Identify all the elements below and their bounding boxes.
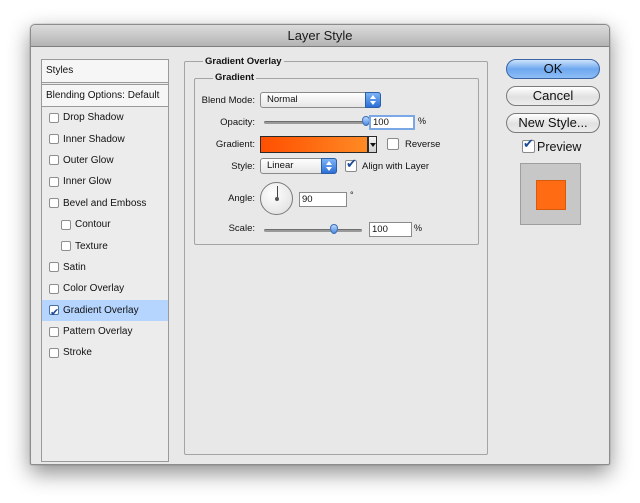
style-item-inner-shadow[interactable]: Inner Shadow: [42, 128, 168, 149]
style-items: Drop Shadow Inner Shadow Outer Glow Inne…: [42, 107, 168, 364]
style-item-drop-shadow[interactable]: Drop Shadow: [42, 107, 168, 128]
preview-box: [520, 163, 581, 225]
opacity-unit: %: [418, 116, 427, 126]
style-item-label: Inner Shadow: [63, 133, 125, 145]
scale-slider-thumb[interactable]: [329, 224, 338, 234]
style-item-satin[interactable]: Satin: [42, 257, 168, 278]
style-item-label: Satin: [63, 261, 86, 273]
popup-arrows-icon: [365, 92, 381, 108]
style-checkbox[interactable]: [49, 262, 59, 273]
style-item-label: Inner Glow: [63, 176, 112, 188]
style-item-color-overlay[interactable]: Color Overlay: [42, 278, 168, 299]
style-item-label: Texture: [75, 240, 108, 252]
reverse-checkbox[interactable]: [387, 138, 399, 150]
style-item-label: Outer Glow: [63, 154, 114, 166]
window-title: Layer Style: [31, 25, 609, 47]
opacity-label: Opacity:: [220, 117, 255, 128]
scale-slider-track[interactable]: [264, 229, 362, 232]
scale-input[interactable]: 100: [369, 222, 412, 237]
angle-unit: °: [350, 190, 354, 200]
style-item-outer-glow[interactable]: Outer Glow: [42, 150, 168, 171]
style-label: Style:: [231, 161, 255, 172]
blend-mode-popup[interactable]: Normal: [260, 92, 381, 108]
style-item-pattern-overlay[interactable]: Pattern Overlay: [42, 321, 168, 342]
ok-button[interactable]: OK: [506, 59, 600, 79]
gradient-swatch[interactable]: [260, 136, 368, 153]
blend-mode-label: Blend Mode:: [201, 95, 255, 106]
style-item-label: Contour: [75, 219, 111, 231]
angle-input[interactable]: 90: [299, 192, 347, 207]
style-item-label: Color Overlay: [63, 283, 125, 295]
style-item-bevel-and-emboss[interactable]: Bevel and Emboss: [42, 193, 168, 214]
style-item-label: Stroke: [63, 347, 92, 359]
style-item-texture[interactable]: Texture: [42, 235, 168, 256]
style-checkbox[interactable]: [49, 326, 59, 337]
styles-list: Styles Blending Options: Default Drop Sh…: [41, 59, 169, 462]
style-item-label: Gradient Overlay: [63, 304, 139, 316]
align-with-layer-label: Align with Layer: [362, 161, 430, 172]
style-item-contour[interactable]: Contour: [42, 214, 168, 235]
gradient-picker-arrow-icon[interactable]: [368, 136, 377, 153]
style-checkbox[interactable]: [61, 241, 71, 252]
angle-center: [275, 197, 279, 201]
style-item-label: Drop Shadow: [63, 112, 124, 124]
new-style-button[interactable]: New Style...: [506, 113, 600, 133]
angle-label: Angle:: [228, 193, 255, 204]
opacity-slider-track[interactable]: [264, 121, 366, 124]
style-checkbox[interactable]: [49, 283, 59, 294]
style-checkbox[interactable]: [61, 219, 71, 230]
styles-header[interactable]: Styles: [42, 60, 168, 83]
preview-checkbox[interactable]: [522, 137, 535, 153]
style-checkbox[interactable]: [49, 176, 59, 187]
opacity-input[interactable]: 100: [369, 115, 415, 130]
align-with-layer-checkbox[interactable]: [345, 157, 357, 172]
scale-unit: %: [414, 223, 423, 233]
gradient-label: Gradient:: [215, 139, 255, 150]
blending-options-item[interactable]: Blending Options: Default: [42, 85, 168, 107]
style-value: Linear: [267, 160, 294, 171]
style-checkbox[interactable]: [49, 155, 59, 166]
angle-dial[interactable]: [260, 182, 293, 215]
layer-style-dialog: Layer Style Styles Blending Options: Def…: [30, 24, 610, 465]
gradient-group-title: Gradient: [213, 72, 257, 83]
preview-swatch: [536, 180, 566, 210]
style-item-gradient-overlay[interactable]: Gradient Overlay: [42, 299, 168, 323]
style-item-inner-glow[interactable]: Inner Glow: [42, 171, 168, 192]
reverse-label: Reverse: [405, 139, 441, 150]
style-checkbox[interactable]: [49, 347, 59, 358]
style-checkbox[interactable]: [49, 134, 59, 145]
style-checkbox[interactable]: [49, 112, 59, 123]
blend-mode-value: Normal: [267, 94, 298, 105]
style-item-label: Bevel and Emboss: [63, 197, 147, 209]
style-checkbox[interactable]: [49, 198, 59, 209]
style-checkbox[interactable]: [49, 302, 59, 323]
preview-label: Preview: [537, 140, 582, 154]
style-popup[interactable]: Linear: [260, 158, 337, 174]
scale-label: Scale:: [228, 223, 255, 234]
style-item-stroke[interactable]: Stroke: [42, 342, 168, 363]
popup-arrows-icon: [321, 158, 337, 174]
style-item-label: Pattern Overlay: [63, 326, 133, 338]
panel-title: Gradient Overlay: [203, 56, 284, 67]
cancel-button[interactable]: Cancel: [506, 86, 600, 106]
